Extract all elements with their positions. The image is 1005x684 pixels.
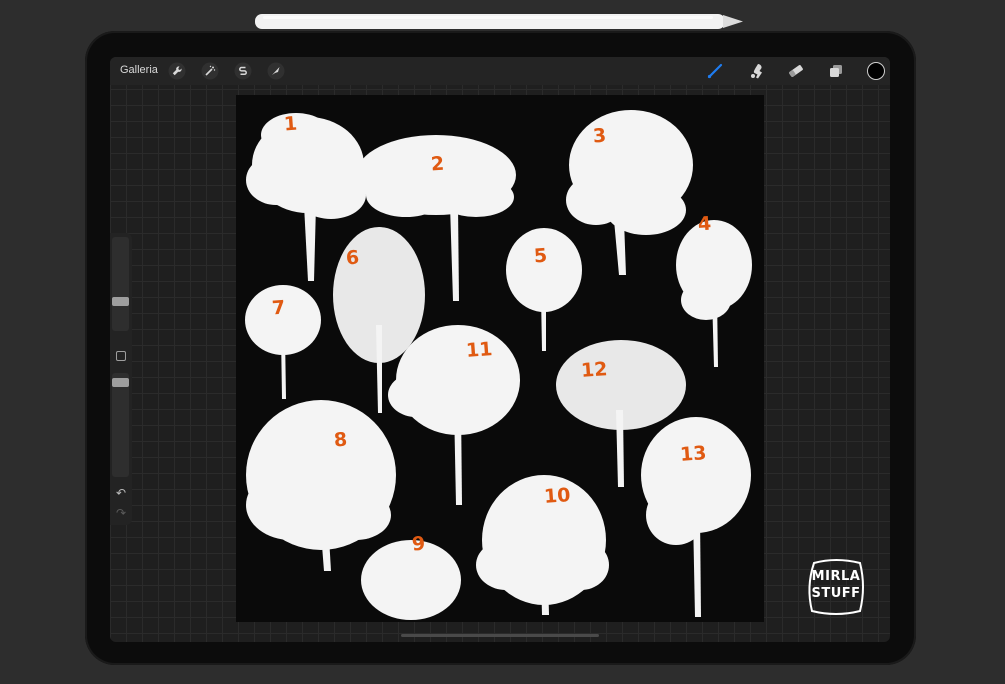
stylus-pencil xyxy=(255,14,743,29)
tree-label-9: 9 xyxy=(411,532,426,556)
tree-label-7: 7 xyxy=(271,296,286,320)
opacity-slider[interactable] xyxy=(112,373,129,477)
selection-s-icon[interactable] xyxy=(234,62,252,80)
eraser-icon[interactable] xyxy=(787,62,805,80)
mirla-stuff-logo: MIRLA STUFF xyxy=(804,555,868,619)
tree-label-2: 2 xyxy=(430,152,445,176)
tree-9 xyxy=(361,540,461,620)
modify-button[interactable] xyxy=(116,351,126,361)
tree-label-5: 5 xyxy=(533,244,548,268)
tree-label-10: 10 xyxy=(543,484,572,508)
home-indicator[interactable] xyxy=(401,634,599,637)
tree-label-3: 3 xyxy=(592,124,607,148)
drawing-canvas[interactable]: 1 2 3 4 5 6 7 8 9 10 11 12 13 MIRLA STUF… xyxy=(236,95,864,622)
app-screen: Galleria ↶ ↷ 1 2 3 4 5 6 7 8 9 10 11 12 … xyxy=(110,57,890,642)
smudge-icon[interactable] xyxy=(748,62,766,80)
logo-line1: MIRLA xyxy=(811,569,861,584)
top-toolbar: Galleria xyxy=(110,57,890,85)
redo-arrow-icon[interactable]: ↷ xyxy=(114,506,128,520)
tree-4 xyxy=(676,220,752,367)
layers-icon[interactable] xyxy=(827,62,845,80)
brush-size-slider[interactable] xyxy=(112,237,129,331)
tree-label-11: 11 xyxy=(465,338,494,362)
tree-10 xyxy=(476,475,609,615)
tree-label-13: 13 xyxy=(679,442,708,466)
brush-icon[interactable] xyxy=(706,62,724,80)
wrench-icon[interactable] xyxy=(168,62,186,80)
tree-label-8: 8 xyxy=(333,428,348,452)
gallery-button[interactable]: Galleria xyxy=(120,64,158,76)
logo-line2: STUFF xyxy=(811,586,861,601)
tree-11 xyxy=(388,325,520,505)
tree-8 xyxy=(246,400,396,571)
magic-wand-icon[interactable] xyxy=(201,62,219,80)
tree-label-4: 4 xyxy=(697,212,712,236)
tree-label-12: 12 xyxy=(580,358,609,382)
opacity-thumb[interactable] xyxy=(112,377,129,387)
left-sidebar: ↶ ↷ xyxy=(110,233,132,525)
tree-3 xyxy=(566,110,693,275)
undo-arrow-icon[interactable]: ↶ xyxy=(114,486,128,500)
tree-label-1: 1 xyxy=(283,112,298,136)
tree-silhouettes xyxy=(245,110,752,620)
color-picker-swatch[interactable] xyxy=(867,62,885,80)
arrow-cursor-icon[interactable] xyxy=(267,62,285,80)
tree-label-6: 6 xyxy=(345,246,360,270)
brush-size-thumb[interactable] xyxy=(112,296,129,306)
